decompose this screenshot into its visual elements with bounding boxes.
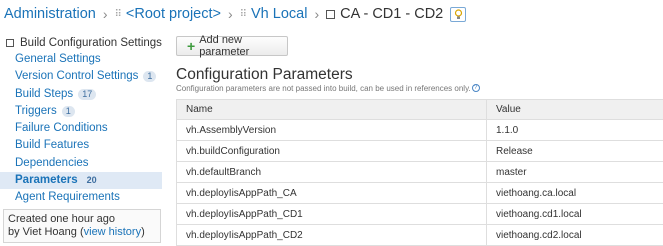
sidebar-item-build-features[interactable]: Build Features xyxy=(0,137,162,154)
created-by-line: by Viet Hoang (view history) xyxy=(8,226,156,239)
table-row[interactable]: vh.deployIisAppPath_CD1 viethoang.cd1.loc… xyxy=(176,203,663,225)
param-value[interactable]: Release xyxy=(486,140,663,162)
sidebar-item-label: Triggers xyxy=(15,104,57,117)
count-badge: 1 xyxy=(143,71,157,83)
param-name[interactable]: vh.deployIisAppPath_CA xyxy=(176,182,487,204)
sidebar-item-version-control-settings[interactable]: Version Control Settings 1 xyxy=(0,68,162,85)
breadcrumb-administration[interactable]: Administration xyxy=(4,6,96,22)
lightbulb-icon[interactable] xyxy=(450,6,467,22)
param-value[interactable]: viethoang.cd1.local xyxy=(486,203,663,225)
created-info-box: Created one hour ago by Viet Hoang (view… xyxy=(3,209,161,243)
sidebar-item-general-settings[interactable]: General Settings xyxy=(0,51,162,68)
sidebar-item-dependencies[interactable]: Dependencies xyxy=(0,155,162,172)
param-name[interactable]: vh.AssemblyVersion xyxy=(176,119,487,141)
table-row[interactable]: vh.buildConfiguration Release xyxy=(176,140,663,162)
count-badge: 20 xyxy=(86,175,97,186)
sidebar-item-label: Build Steps xyxy=(15,87,74,100)
param-value[interactable]: master xyxy=(486,161,663,183)
plus-icon: + xyxy=(187,38,196,54)
breadcrumb: Administration › ⠿ <Root project> › ⠿ Vh… xyxy=(4,3,467,25)
view-history-link[interactable]: view history xyxy=(84,226,141,238)
add-button-label: Add new parameter xyxy=(199,34,250,58)
section-title: Configuration Parameters xyxy=(176,66,353,83)
section-note-text: Configuration parameters are not passed … xyxy=(176,84,471,93)
chevron-right-icon: › xyxy=(102,6,108,22)
sidebar-item-label: Failure Conditions xyxy=(15,122,108,135)
sidebar-item-label: General Settings xyxy=(15,53,101,65)
param-value[interactable]: 1.1.0 xyxy=(486,119,663,141)
table-row[interactable]: vh.defaultBranch master xyxy=(176,161,663,183)
add-new-parameter-button[interactable]: + Add new parameter xyxy=(176,34,288,58)
sidebar-item-label: Version Control Settings xyxy=(15,70,139,83)
sidebar-title: Build Configuration Settings xyxy=(0,34,162,51)
created-time: Created one hour ago xyxy=(8,213,116,225)
sidebar-item-label: Parameters xyxy=(15,174,78,187)
help-icon[interactable]: ? xyxy=(471,84,480,92)
build-config-icon xyxy=(6,38,14,47)
table-row[interactable]: vh.deployIisAppPath_CA viethoang.ca.local xyxy=(176,182,663,204)
sidebar-item-triggers[interactable]: Triggers 1 xyxy=(0,103,162,120)
sidebar: Build Configuration Settings General Set… xyxy=(0,34,162,207)
created-by: by Viet Hoang ( xyxy=(8,226,84,238)
table-header-row: Name Value xyxy=(176,99,663,120)
sidebar-item-label: Dependencies xyxy=(15,156,89,169)
column-header-name[interactable]: Name xyxy=(176,99,487,120)
param-name[interactable]: vh.deployIisAppPath_CD1 xyxy=(176,203,487,225)
column-header-value[interactable]: Value xyxy=(486,99,663,120)
sidebar-item-label: Agent Requirements xyxy=(15,191,120,204)
sidebar-item-build-steps[interactable]: Build Steps 17 xyxy=(0,86,162,103)
sidebar-title-label: Build Configuration Settings xyxy=(20,36,162,49)
param-name[interactable]: vh.buildConfiguration xyxy=(176,140,487,162)
created-by-close: ) xyxy=(141,226,145,238)
breadcrumb-vh-local[interactable]: Vh Local xyxy=(251,6,307,22)
count-badge: 1 xyxy=(61,106,75,118)
build-config-icon xyxy=(326,9,336,19)
project-icon: ⠿ xyxy=(114,8,122,20)
sidebar-item-failure-conditions[interactable]: Failure Conditions xyxy=(0,120,162,137)
count-badge: 17 xyxy=(78,88,97,100)
project-icon: ⠿ xyxy=(239,8,247,20)
param-value[interactable]: viethoang.cd2.local xyxy=(486,224,663,246)
table-row[interactable]: vh.AssemblyVersion 1.1.0 xyxy=(176,119,663,141)
param-value[interactable]: viethoang.ca.local xyxy=(486,182,663,204)
table-row[interactable]: vh.deployIisAppPath_CD2 viethoang.cd2.loc… xyxy=(176,224,663,246)
sidebar-item-agent-requirements[interactable]: Agent Requirements xyxy=(0,189,162,206)
param-name[interactable]: vh.deployIisAppPath_CD2 xyxy=(176,224,487,246)
section-note: Configuration parameters are not passed … xyxy=(176,84,480,93)
breadcrumb-root-project[interactable]: <Root project> xyxy=(126,6,221,22)
sidebar-item-parameters[interactable]: Parameters 20 xyxy=(0,172,162,190)
param-name[interactable]: vh.defaultBranch xyxy=(176,161,487,183)
parameters-table: Name Value vh.AssemblyVersion 1.1.0 vh.bu… xyxy=(176,99,663,246)
breadcrumb-current: CA - CD1 - CD2 xyxy=(340,6,444,22)
chevron-right-icon: › xyxy=(314,6,320,22)
chevron-right-icon: › xyxy=(228,6,233,22)
sidebar-item-label: Build Features xyxy=(15,139,90,152)
